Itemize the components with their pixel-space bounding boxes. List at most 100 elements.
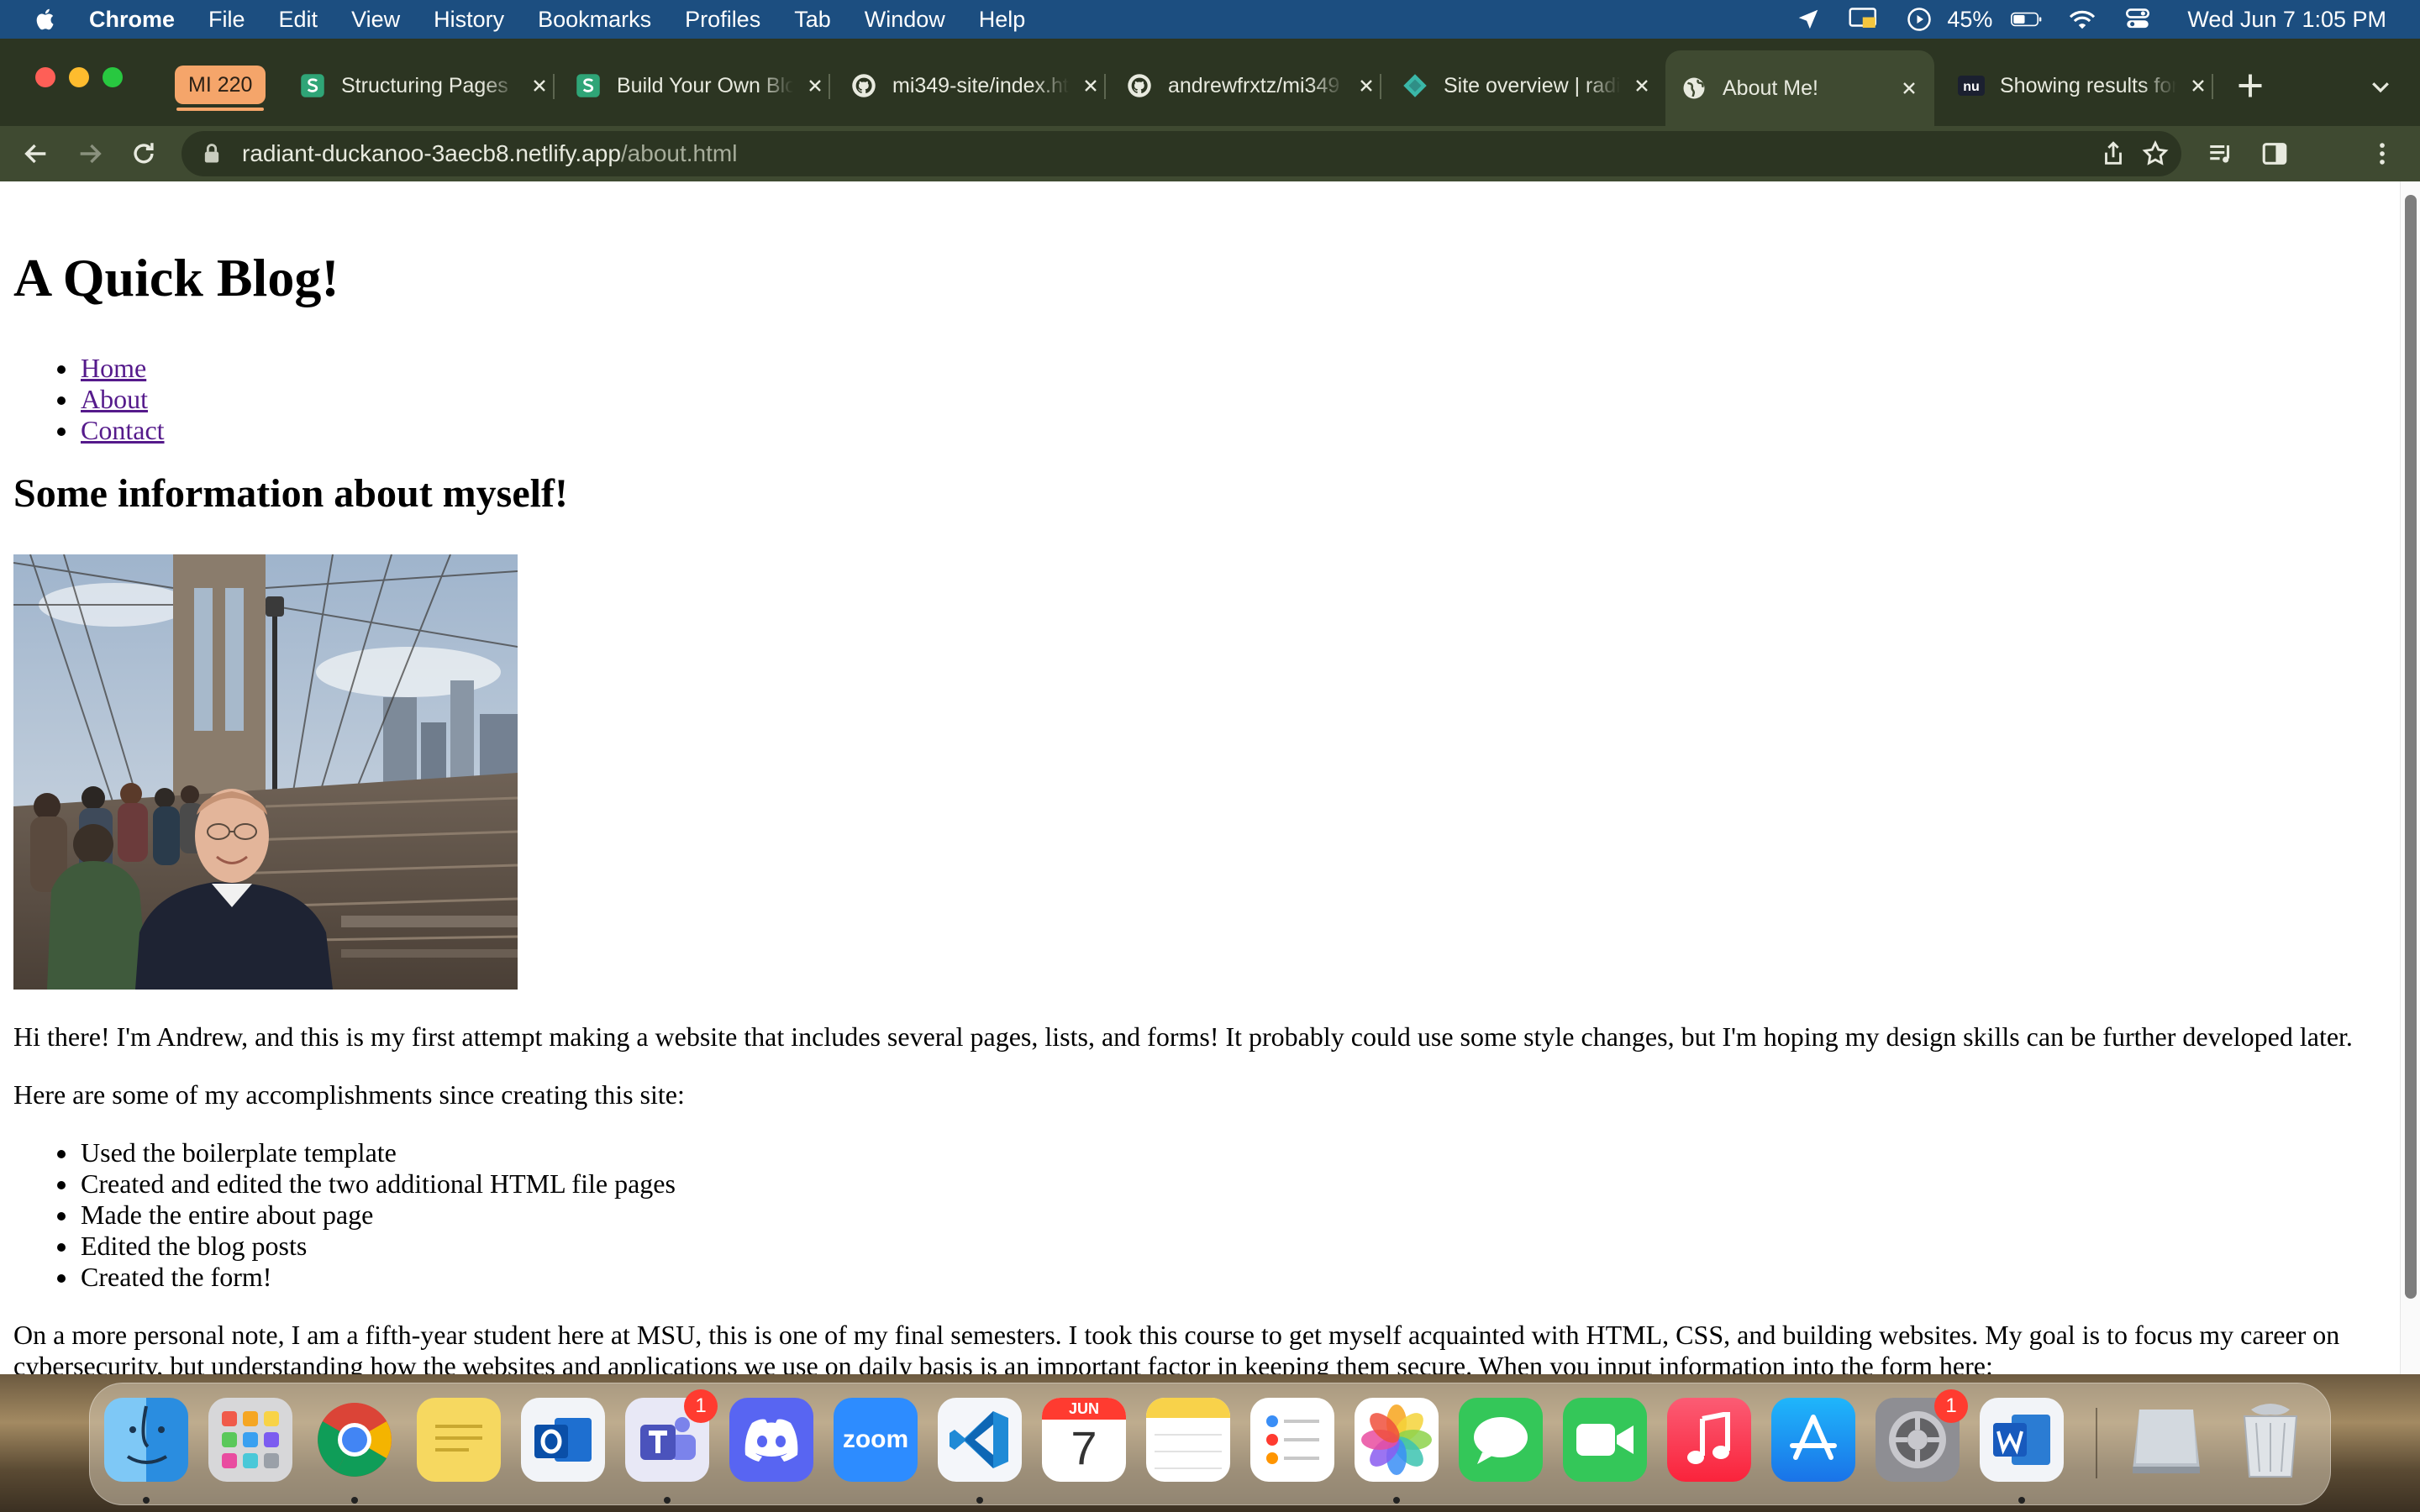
menu-file[interactable]: File: [208, 7, 245, 33]
tab-github-index[interactable]: mi349-site/index.html: [850, 55, 1106, 116]
menu-help[interactable]: Help: [979, 7, 1026, 33]
tab-separator: [1380, 74, 1381, 99]
messages-icon[interactable]: [1459, 1398, 1543, 1482]
tab-title: andrewfrxtz/mi349: [1168, 73, 1340, 97]
kebab-menu-icon[interactable]: [2366, 138, 2398, 170]
photos-icon[interactable]: [1355, 1398, 1439, 1482]
facetime-icon[interactable]: [1563, 1398, 1647, 1482]
nav-item-contact: Contact: [13, 415, 165, 446]
tab-title: Site overview | radiant: [1444, 73, 1620, 97]
system-settings-icon[interactable]: 1: [1876, 1389, 1968, 1482]
reading-list-icon[interactable]: [2205, 138, 2237, 170]
launchpad-icon[interactable]: [208, 1398, 292, 1482]
minimize-window-button[interactable]: [69, 67, 89, 87]
bookmark-star-icon[interactable]: [2141, 139, 2170, 168]
list-item: Made the entire about page: [13, 1200, 676, 1231]
nav-item-about: About: [13, 384, 165, 415]
outlook-icon[interactable]: [521, 1398, 605, 1482]
apple-icon[interactable]: [34, 7, 59, 32]
menu-view[interactable]: View: [351, 7, 400, 33]
share-icon[interactable]: [2099, 139, 2128, 168]
chrome-icon[interactable]: [313, 1398, 397, 1482]
close-tab-icon[interactable]: [528, 74, 551, 97]
list-item: Used the boilerplate template: [13, 1137, 676, 1168]
menu-app-name[interactable]: Chrome: [89, 7, 175, 33]
wifi-icon[interactable]: [2066, 7, 2098, 32]
tab-title: About Me!: [1723, 76, 1818, 100]
side-panel-icon[interactable]: [2259, 138, 2291, 170]
reminders-icon[interactable]: [1250, 1398, 1334, 1482]
github-icon: [1126, 72, 1153, 99]
close-tab-icon[interactable]: [1897, 76, 1921, 100]
tab-separator: [829, 74, 830, 99]
menu-bookmarks[interactable]: Bookmarks: [538, 7, 651, 33]
lock-icon[interactable]: [200, 142, 224, 165]
vscode-icon[interactable]: [938, 1398, 1022, 1482]
teams-badge: 1: [684, 1389, 718, 1423]
tab-title: Build Your Own Blog: [617, 73, 793, 97]
tab-group-label[interactable]: MI 220: [175, 66, 266, 104]
nav-link-home[interactable]: Home: [81, 353, 146, 383]
control-center-icon[interactable]: [2122, 7, 2154, 32]
close-tab-icon[interactable]: [1355, 74, 1378, 97]
address-bar[interactable]: radiant-duckanoo-3aecb8.netlify.app/abou…: [182, 131, 2181, 176]
s-logo-icon: [299, 72, 326, 99]
nav-link-about[interactable]: About: [81, 384, 148, 414]
running-indicator: [1393, 1497, 1400, 1504]
accomplishments-list: Used the boilerplate template Created an…: [13, 1137, 676, 1293]
close-tab-icon[interactable]: [1079, 74, 1102, 97]
page-title: A Quick Blog!: [13, 248, 339, 307]
menu-edit[interactable]: Edit: [279, 7, 318, 33]
browser-toolbar: radiant-duckanoo-3aecb8.netlify.app/abou…: [0, 126, 2420, 181]
screen-mirroring-icon[interactable]: [1848, 7, 1880, 32]
zoom-window-button[interactable]: [103, 67, 123, 87]
running-indicator: [143, 1497, 150, 1504]
nav-link-contact[interactable]: Contact: [81, 415, 165, 445]
chevron-down-icon[interactable]: [2368, 74, 2393, 99]
menu-history[interactable]: History: [434, 7, 504, 33]
calendar-day: 7: [1071, 1421, 1097, 1474]
tab-github-repo[interactable]: andrewfrxtz/mi349: [1126, 55, 1381, 116]
tab-showing-results[interactable]: nu Showing results for: [1958, 55, 2213, 116]
accomplishments-lead: Here are some of my accomplishments sinc…: [13, 1079, 685, 1110]
menubar-clock[interactable]: Wed Jun 7 1:05 PM: [2187, 7, 2386, 33]
downloads-folder-icon[interactable]: [2124, 1398, 2208, 1482]
reload-icon[interactable]: [128, 138, 160, 170]
finder-icon[interactable]: [104, 1398, 188, 1482]
word-icon[interactable]: [1980, 1398, 2064, 1482]
tab-netlify-site-overview[interactable]: Site overview | radiant: [1402, 55, 1654, 116]
close-tab-icon[interactable]: [1630, 74, 1654, 97]
tab-build-your-own-blog[interactable]: Build Your Own Blog: [575, 55, 830, 116]
running-indicator: [976, 1497, 983, 1504]
close-window-button[interactable]: [35, 67, 55, 87]
location-arrow-icon[interactable]: [1792, 7, 1824, 32]
trash-icon[interactable]: [2228, 1398, 2312, 1482]
battery-icon[interactable]: [2011, 7, 2043, 32]
tab-about-me[interactable]: About Me!: [1665, 50, 1934, 126]
scrollbar-thumb[interactable]: [2405, 195, 2417, 1299]
zoom-icon[interactable]: zoom: [834, 1398, 918, 1482]
music-icon[interactable]: [1667, 1398, 1751, 1482]
menu-tab[interactable]: Tab: [794, 7, 831, 33]
tab-structuring-pages[interactable]: Structuring Pages: [299, 55, 555, 116]
app-store-icon[interactable]: [1771, 1398, 1855, 1482]
stickies-icon[interactable]: [417, 1398, 501, 1482]
section-heading: Some information about myself!: [13, 471, 568, 516]
notes-icon[interactable]: [1146, 1398, 1230, 1482]
nu-icon: nu: [1958, 72, 1985, 99]
close-tab-icon[interactable]: [803, 74, 827, 97]
running-indicator: [2018, 1497, 2025, 1504]
teams-icon[interactable]: 1: [625, 1389, 718, 1482]
discord-icon[interactable]: [729, 1398, 813, 1482]
list-item: Created the form!: [13, 1262, 676, 1293]
close-tab-icon[interactable]: [2186, 74, 2210, 97]
calendar-icon[interactable]: JUN 7: [1042, 1398, 1126, 1482]
back-icon[interactable]: [20, 138, 52, 170]
menu-window[interactable]: Window: [865, 7, 945, 33]
url-path: /about.html: [620, 140, 738, 166]
new-tab-icon[interactable]: [2235, 71, 2265, 101]
netlify-icon: [1402, 72, 1428, 99]
menu-profiles[interactable]: Profiles: [685, 7, 760, 33]
forward-icon[interactable]: [74, 138, 106, 170]
now-playing-icon[interactable]: [1903, 7, 1935, 32]
